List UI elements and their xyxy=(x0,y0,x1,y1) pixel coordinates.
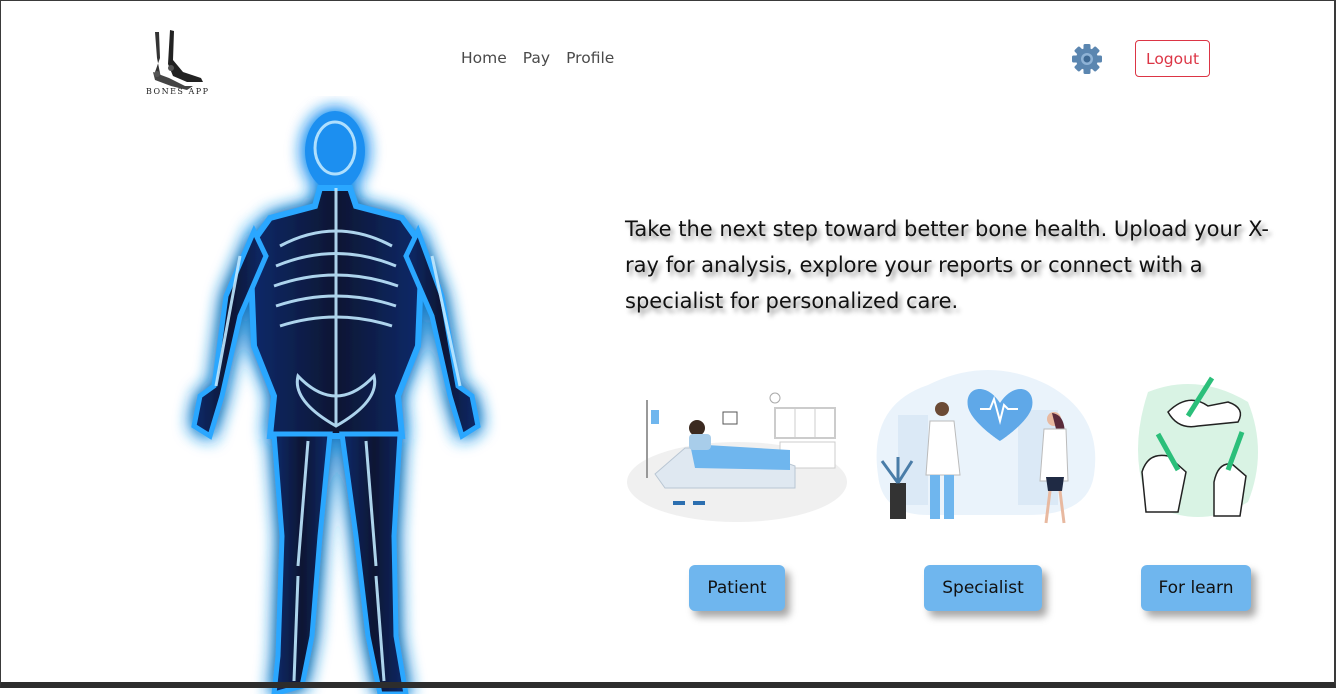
doctors-heart-illustration xyxy=(876,370,1096,524)
patient-hospital-bed-illustration xyxy=(627,392,847,522)
for-learn-button[interactable]: For learn xyxy=(1141,565,1251,611)
specialist-button[interactable]: Specialist xyxy=(924,565,1042,611)
hands-writing-illustration xyxy=(1138,376,1258,517)
nav-profile[interactable]: Profile xyxy=(566,49,614,67)
patient-button[interactable]: Patient xyxy=(689,565,785,611)
xray-skeleton-image xyxy=(191,111,481,694)
logo-text: BONES APP xyxy=(146,87,210,96)
nav-pay[interactable]: Pay xyxy=(523,49,550,67)
logout-button[interactable]: Logout xyxy=(1135,40,1210,77)
nav-home[interactable]: Home xyxy=(461,49,507,67)
gear-icon[interactable] xyxy=(1069,42,1105,76)
intro-text: Take the next step toward better bone he… xyxy=(625,217,1269,313)
main-nav: Home Pay Profile xyxy=(461,49,614,67)
